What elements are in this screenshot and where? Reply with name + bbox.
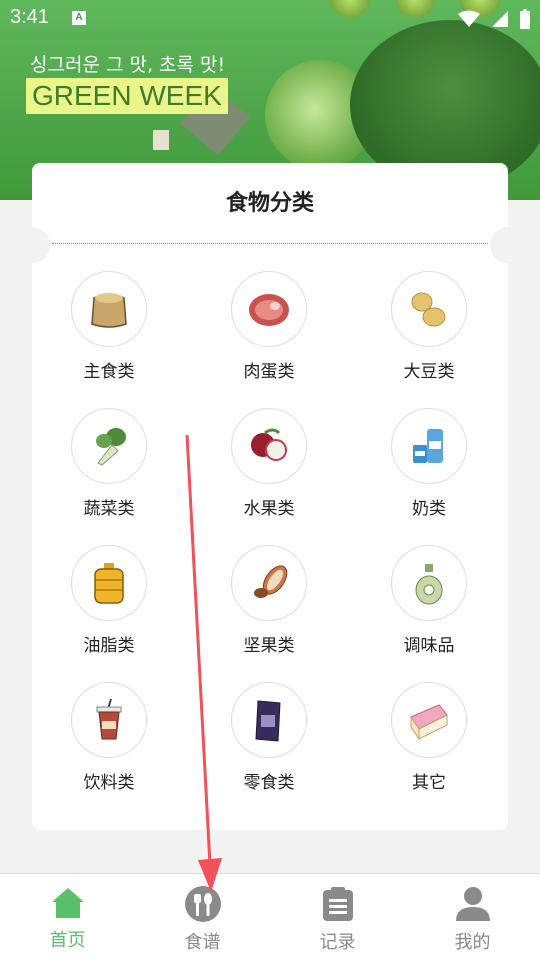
nav-profile[interactable]: 我的 [405,886,540,954]
banner-korean-text: 싱그러운 그 맛, 초록 맛! [30,54,226,76]
category-label: 饮料类 [83,773,135,793]
lychee-icon [251,428,287,461]
category-label: 肉蛋类 [243,362,295,382]
nut-icon [254,565,288,598]
seasoning-bottle-icon [415,564,443,605]
category-soybean[interactable]: 大豆类 [359,271,499,382]
snack-bag-icon [255,700,281,742]
category-label: 主食类 [83,362,135,382]
nav-home[interactable]: 首页 [0,886,135,952]
nav-profile-label: 我的 [454,932,491,953]
category-label: 油脂类 [83,636,135,656]
category-label: 蔬菜类 [83,499,135,519]
category-label: 零食类 [243,773,295,793]
food-category-card: 食物分类 主食类 肉蛋类 大豆类 蔬菜类 水果类 奶类 油脂类 坚果类 调味品 … [14,163,526,830]
bottom-nav: 首页 食谱 记录 我的 [0,873,540,961]
category-label: 其它 [412,773,446,793]
user-icon [455,887,490,921]
utensils-icon [184,886,221,922]
category-seasoning[interactable]: 调味品 [359,545,499,656]
home-icon [51,888,84,918]
wifi-icon [457,10,480,27]
signal-icon [491,10,508,27]
tea-tag-illustration [153,130,169,150]
soybean-icon [411,292,446,327]
category-snack[interactable]: 零食类 [199,682,339,793]
card-title: 食物分类 [225,191,314,216]
bok-choy-icon [96,428,126,466]
category-fruit[interactable]: 水果类 [199,408,339,519]
status-icons [452,8,530,29]
category-meat-egg[interactable]: 肉蛋类 [199,271,339,382]
card-notch-right [490,227,526,263]
cake-icon [410,704,448,741]
category-label: 水果类 [243,499,295,519]
oil-jug-icon [94,563,124,604]
meat-icon [249,294,289,326]
category-drink[interactable]: 饮料类 [39,682,179,793]
category-label: 奶类 [412,499,446,519]
category-other[interactable]: 其它 [359,682,499,793]
nav-record[interactable]: 记录 [270,886,405,954]
category-vegetable[interactable]: 蔬菜类 [39,408,179,519]
category-milk[interactable]: 奶类 [359,408,499,519]
notification-icon: A [72,11,86,25]
nav-recipe[interactable]: 食谱 [135,886,270,954]
drink-cup-icon [96,698,122,740]
category-nut[interactable]: 坚果类 [199,545,339,656]
banner-headline: GREEN WEEK [26,78,228,114]
card-notch-left [14,227,50,263]
category-label: 大豆类 [403,362,455,382]
category-label: 坚果类 [243,636,295,656]
grain-sack-icon [91,293,127,328]
status-time: 3:41 [10,6,49,28]
category-staple[interactable]: 主食类 [39,271,179,382]
nav-home-label: 首页 [49,930,86,951]
clipboard-icon [322,887,353,921]
battery-icon [520,8,530,29]
nav-record-label: 记录 [319,932,356,953]
milk-icon [413,429,443,463]
category-label: 调味品 [403,636,455,656]
category-oil[interactable]: 油脂类 [39,545,179,656]
card-divider [52,243,488,244]
status-bar: 3:41 A [0,0,540,38]
nav-recipe-label: 食谱 [184,932,221,953]
